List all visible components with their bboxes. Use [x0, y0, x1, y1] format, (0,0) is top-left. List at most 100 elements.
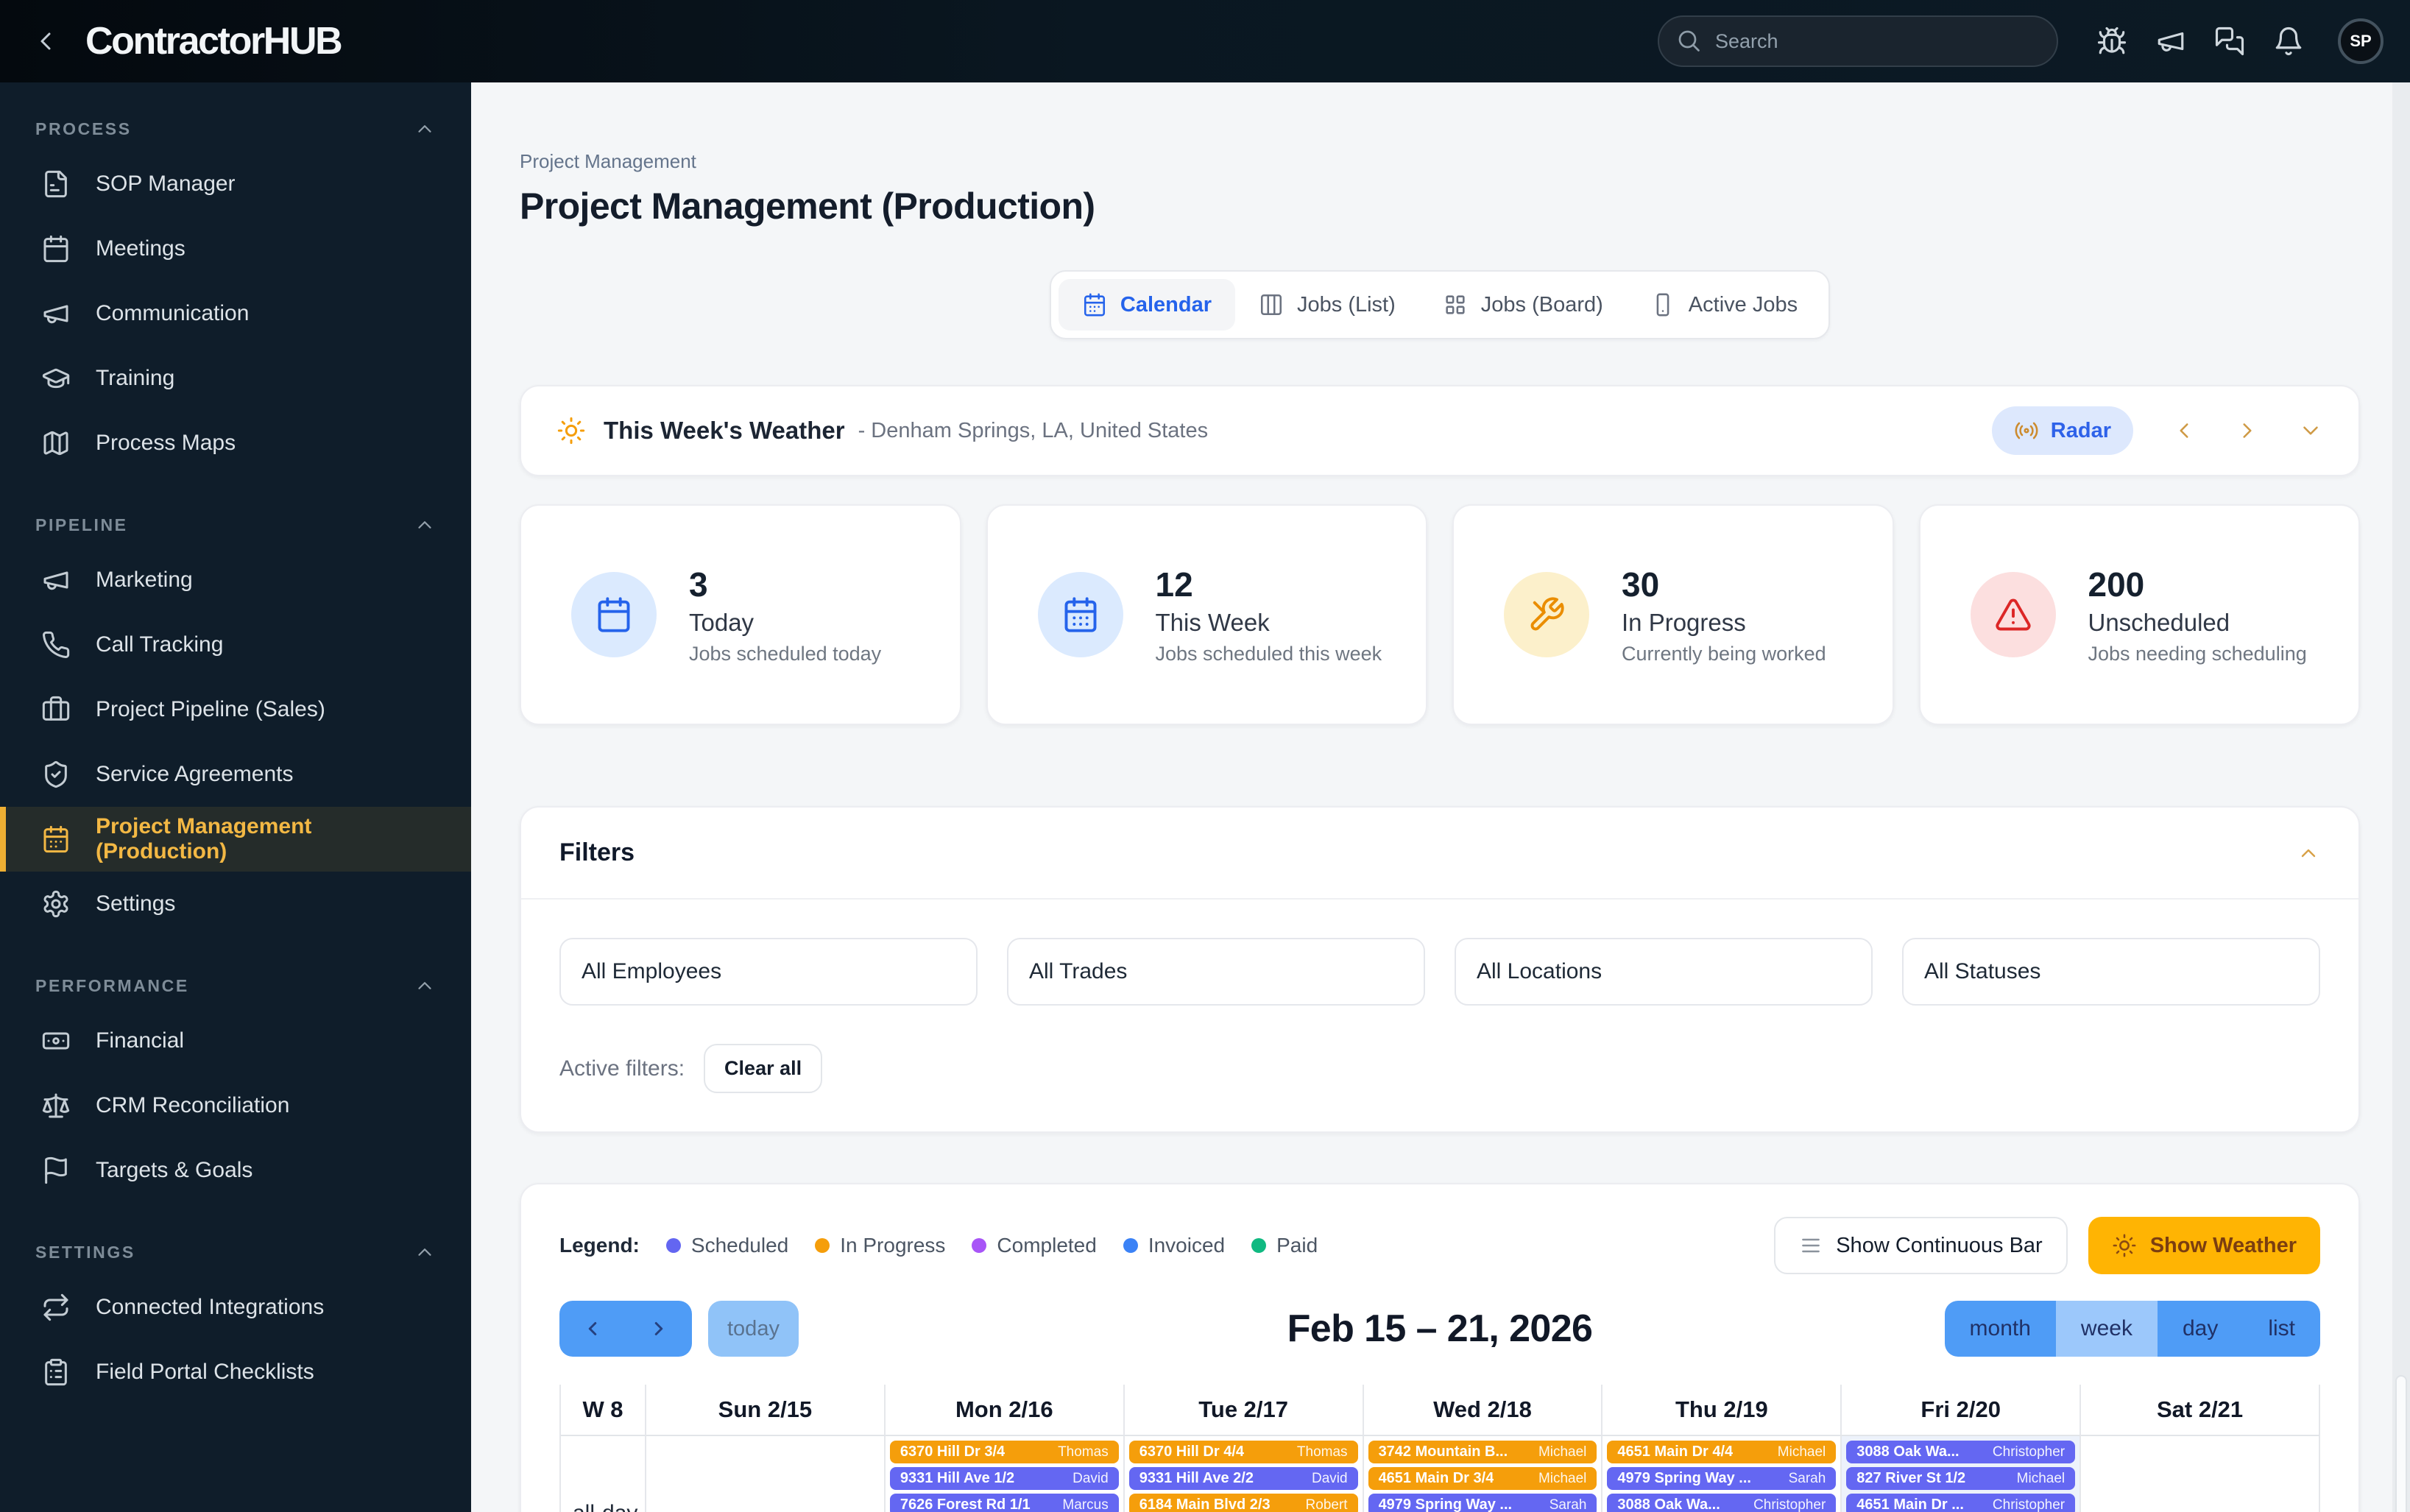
section-title: PERFORMANCE	[35, 975, 189, 995]
calendar-event[interactable]: 4651 Main Dr 4/4 Michael	[1607, 1441, 1837, 1463]
sidebar-item-connected-integrations[interactable]: Connected Integrations	[0, 1275, 471, 1340]
filter-locations-select[interactable]: All Locations	[1455, 938, 1873, 1006]
sidebar-item-training[interactable]: Training	[0, 346, 471, 411]
calendar-icon	[571, 572, 657, 657]
day-cell-fri-today[interactable]: 3088 Oak Wa... Christopher 827 River St 1/…	[1842, 1436, 2082, 1512]
sidebar-item-process-maps[interactable]: Process Maps	[0, 411, 471, 476]
calendar-event[interactable]: 9331 Hill Ave 2/2 David	[1128, 1467, 1358, 1490]
sidebar-item-label: Connected Integrations	[96, 1295, 325, 1319]
tab-calendar[interactable]: Calendar	[1058, 279, 1236, 331]
day-cell-sat[interactable]	[2081, 1436, 2320, 1512]
stat-sublabel: Jobs needing scheduling	[2088, 642, 2307, 665]
page-scrollbar[interactable]	[2392, 82, 2410, 1512]
chevron-down-icon[interactable]	[2298, 418, 2323, 443]
clear-all-button[interactable]: Clear all	[704, 1044, 823, 1093]
week-number-header: W 8	[561, 1385, 646, 1436]
show-continuous-bar-button[interactable]: Show Continuous Bar	[1774, 1217, 2068, 1274]
view-month-button[interactable]: month	[1944, 1301, 2056, 1357]
user-avatar[interactable]: SP	[2338, 18, 2384, 64]
bell-icon[interactable]	[2273, 26, 2304, 57]
calendar-event[interactable]: 3088 Oak Wa... Christopher	[1846, 1441, 2076, 1463]
sidebar-section-settings[interactable]: SETTINGS	[0, 1241, 471, 1263]
sidebar-item-project-management-production[interactable]: Project Management (Production)	[0, 807, 471, 872]
day-header-sat: Sat 2/21	[2081, 1385, 2320, 1436]
sidebar-section-process[interactable]: PROCESS	[0, 118, 471, 140]
sidebar-item-label: CRM Reconciliation	[96, 1093, 290, 1117]
day-cell-sun[interactable]	[646, 1436, 886, 1512]
filter-trades-select[interactable]: All Trades	[1007, 938, 1425, 1006]
sidebar-item-communication[interactable]: Communication	[0, 281, 471, 346]
megaphone-icon[interactable]	[2155, 26, 2186, 57]
view-day-button[interactable]: day	[2157, 1301, 2244, 1357]
calendar-event[interactable]: 4979 Spring Way ... Sarah	[1607, 1467, 1837, 1490]
gear-icon	[43, 890, 68, 918]
view-list-button[interactable]: list	[2243, 1301, 2320, 1357]
filter-statuses-select[interactable]: All Statuses	[1902, 938, 2320, 1006]
sidebar-section-pipeline[interactable]: PIPELINE	[0, 514, 471, 536]
day-cell-thu[interactable]: 4651 Main Dr 4/4 Michael 4979 Spring Way .…	[1602, 1436, 1842, 1512]
sidebar-item-label: Training	[96, 366, 175, 390]
calendar-event[interactable]: 4979 Spring Way ... Sarah	[1368, 1494, 1597, 1512]
calendar-event[interactable]: 3742 Mountain B... Michael	[1368, 1441, 1597, 1463]
phone-icon	[43, 631, 70, 659]
paid-dot	[1251, 1238, 1267, 1253]
sidebar-item-label: Project Pipeline (Sales)	[96, 697, 325, 721]
sidebar-item-call-tracking[interactable]: Call Tracking	[0, 612, 471, 677]
calendar-event[interactable]: 6184 Main Blvd 2/3 Robert	[1128, 1494, 1358, 1512]
calendar-event[interactable]: 4651 Main Dr 3/4 Michael	[1368, 1467, 1597, 1490]
sidebar-item-settings[interactable]: Settings	[0, 872, 471, 936]
show-weather-button[interactable]: Show Weather	[2088, 1217, 2320, 1274]
filter-employees-select[interactable]: All Employees	[559, 938, 978, 1006]
day-cell-tue[interactable]: 6370 Hill Dr 4/4 Thomas 9331 Hill Ave 2/2 D…	[1124, 1436, 1364, 1512]
scheduled-dot	[665, 1238, 681, 1253]
back-button[interactable]	[26, 22, 65, 60]
tab-jobs-board[interactable]: Jobs (Board)	[1419, 279, 1627, 331]
search-input[interactable]	[1658, 15, 2058, 67]
sidebar-item-label: Process Maps	[96, 431, 236, 455]
chevron-up-icon[interactable]	[2297, 841, 2320, 865]
calendar-event[interactable]: 6370 Hill Dr 4/4 Thomas	[1128, 1441, 1358, 1463]
calendar-event[interactable]: 9331 Hill Ave 1/2 David	[889, 1467, 1119, 1490]
sidebar-item-service-agreements[interactable]: Service Agreements	[0, 742, 471, 807]
stat-value: 12	[1155, 565, 1193, 604]
scrollbar-thumb[interactable]	[2395, 1375, 2407, 1512]
flag-icon	[45, 1156, 67, 1184]
day-header-wed: Wed 2/18	[1363, 1385, 1603, 1436]
tab-label: Jobs (List)	[1297, 292, 1396, 317]
calendar-event[interactable]: 6370 Hill Dr 3/4 Thomas	[889, 1441, 1119, 1463]
radar-button[interactable]: Radar	[1991, 406, 2133, 455]
day-cell-wed[interactable]: 3742 Mountain B... Michael 4651 Main Dr 3/…	[1363, 1436, 1603, 1512]
day-header-tue: Tue 2/17	[1124, 1385, 1364, 1436]
chevron-left-icon[interactable]	[2172, 418, 2197, 443]
all-day-label: all-day	[561, 1436, 646, 1512]
sidebar-item-meetings[interactable]: Meetings	[0, 216, 471, 281]
tab-jobs-list[interactable]: Jobs (List)	[1235, 279, 1419, 331]
calendar-icon	[1084, 293, 1105, 317]
view-week-button[interactable]: week	[2055, 1301, 2158, 1357]
calendar-event[interactable]: 827 River St 1/2 Michael	[1846, 1467, 2076, 1490]
tab-active-jobs[interactable]: Active Jobs	[1627, 279, 1821, 331]
sidebar-item-financial[interactable]: Financial	[0, 1008, 471, 1073]
map-icon	[43, 431, 68, 456]
sidebar-item-crm-reconciliation[interactable]: CRM Reconciliation	[0, 1073, 471, 1138]
calendar-days-icon	[1037, 572, 1123, 657]
calendar-event[interactable]: 7626 Forest Rd 1/1 Marcus	[889, 1494, 1119, 1512]
bug-icon[interactable]	[2096, 26, 2127, 57]
sidebar-section-performance[interactable]: PERFORMANCE	[0, 975, 471, 997]
search-icon	[1678, 30, 1700, 52]
radar-icon	[2015, 422, 2038, 439]
calendar-event[interactable]: 3088 Oak Wa... Christopher	[1607, 1494, 1837, 1512]
calendar-panel: Legend: Scheduled In Progress Completed …	[520, 1183, 2360, 1512]
sidebar-item-marketing[interactable]: Marketing	[0, 548, 471, 612]
day-cell-mon[interactable]: 6370 Hill Dr 3/4 Thomas 9331 Hill Ave 1/2 D…	[885, 1436, 1125, 1512]
sidebar-item-project-pipeline-sales[interactable]: Project Pipeline (Sales)	[0, 677, 471, 742]
sidebar-item-sop-manager[interactable]: SOP Manager	[0, 152, 471, 216]
sidebar-item-targets-goals[interactable]: Targets & Goals	[0, 1138, 471, 1203]
scales-icon	[42, 1093, 70, 1118]
sidebar-item-field-portal-checklists[interactable]: Field Portal Checklists	[0, 1340, 471, 1405]
stat-sublabel: Jobs scheduled this week	[1155, 642, 1382, 665]
chevron-right-icon[interactable]	[2235, 418, 2260, 443]
calendar-event[interactable]: 4651 Main Dr ... Christopher	[1846, 1494, 2076, 1512]
stat-sublabel: Jobs scheduled today	[689, 642, 882, 665]
chat-icon[interactable]	[2214, 26, 2245, 57]
